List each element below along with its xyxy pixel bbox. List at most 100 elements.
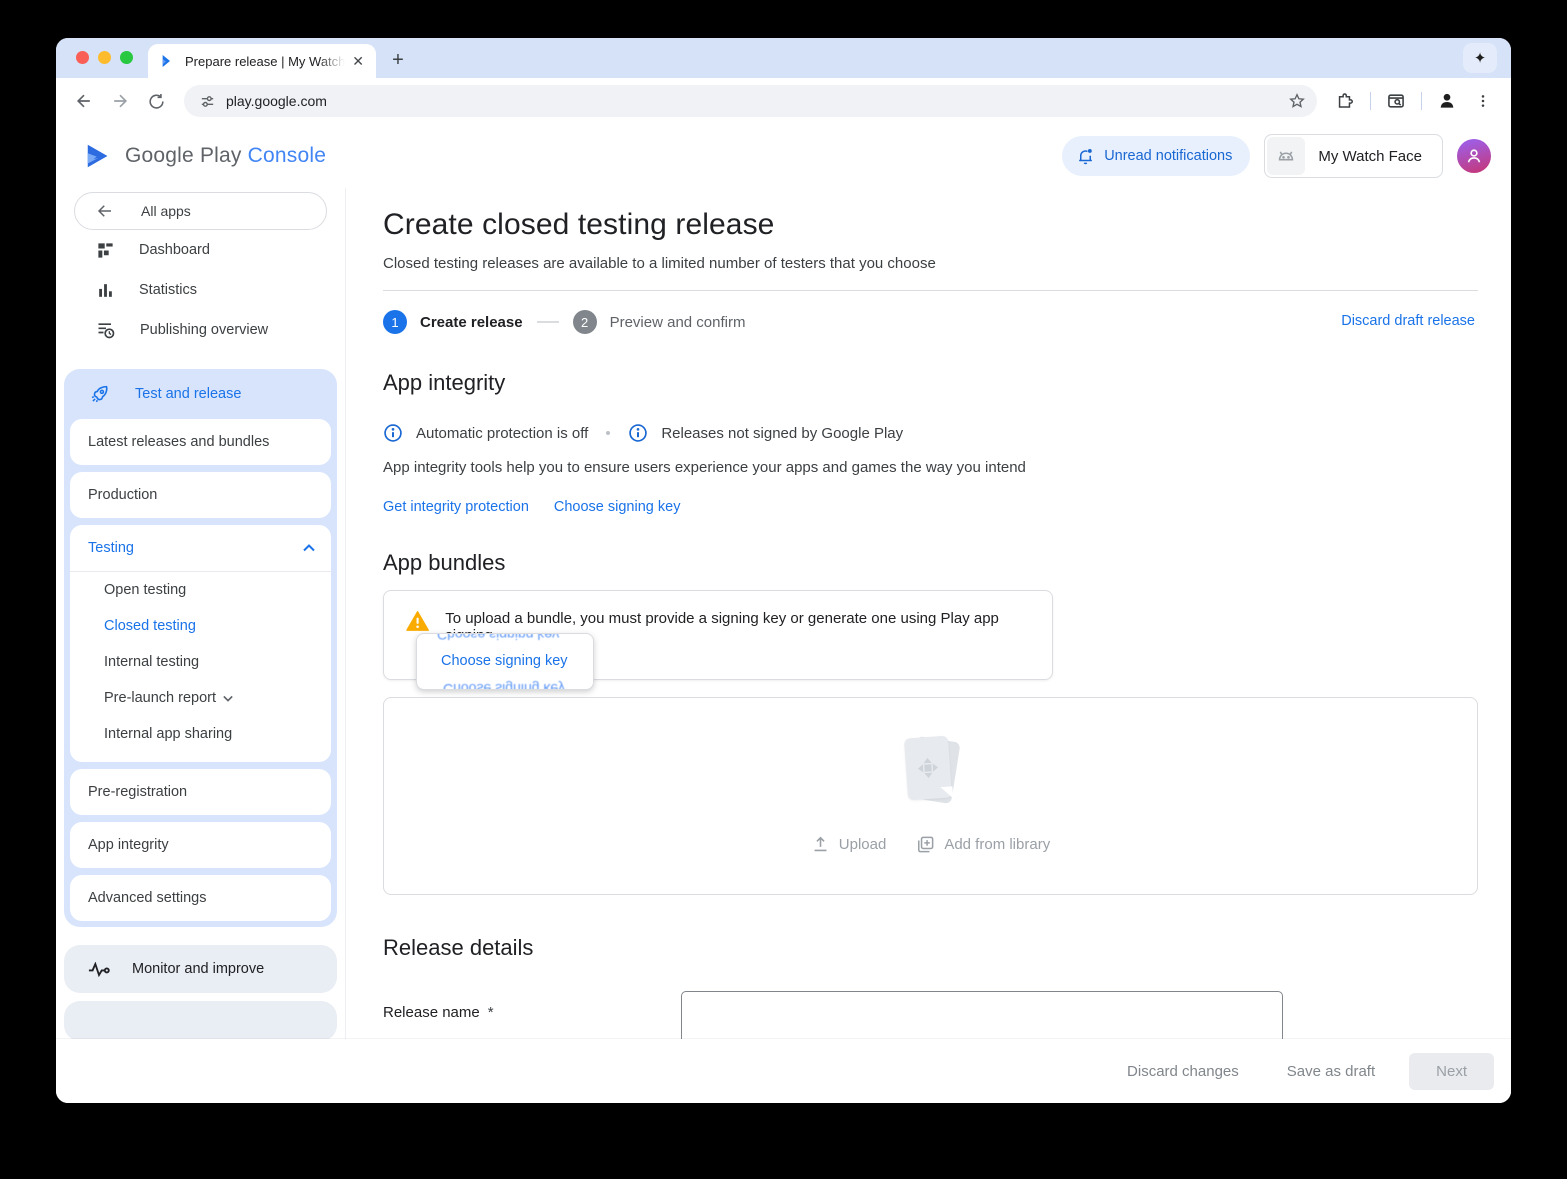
all-apps-label: All apps xyxy=(141,203,191,219)
discard-draft-release-link[interactable]: Discard draft release xyxy=(1341,313,1475,329)
next-button[interactable]: Next xyxy=(1409,1052,1494,1090)
info-icon[interactable] xyxy=(628,423,648,443)
sidebar-item-internal-app-sharing[interactable]: Internal app sharing xyxy=(70,716,331,752)
sidebar-item-label: Test and release xyxy=(135,386,242,402)
sub-item-label: Open testing xyxy=(104,582,187,598)
close-window-button[interactable] xyxy=(76,51,89,64)
app-integrity-description: App integrity tools help you to ensure u… xyxy=(383,459,1026,476)
sidebar-card-latest-releases[interactable]: Latest releases and bundles xyxy=(70,419,331,465)
back-button[interactable] xyxy=(68,85,100,117)
sidebar-item-monitor-and-improve[interactable]: Monitor and improve xyxy=(64,945,337,993)
traffic-lights xyxy=(76,51,133,64)
selected-app-name: My Watch Face xyxy=(1318,147,1422,165)
save-as-draft-button[interactable]: Save as draft xyxy=(1267,1053,1395,1090)
sidebar: All apps Dashboard Statistics Publishing… xyxy=(56,188,346,1103)
app-selector[interactable]: My Watch Face xyxy=(1264,134,1443,178)
bundle-illustration xyxy=(903,735,961,807)
play-console-logo[interactable]: Google Play Console xyxy=(84,141,326,171)
toolbar-divider xyxy=(1421,92,1422,110)
ghost-button-label: Choose signing key xyxy=(441,653,568,669)
app-bundles-heading: App bundles xyxy=(383,550,506,575)
extensions-icon[interactable] xyxy=(1329,85,1361,117)
unread-notifications-label: Unread notifications xyxy=(1104,148,1233,164)
browser-profile-icon[interactable] xyxy=(1431,85,1463,117)
sidebar-card-app-integrity[interactable]: App integrity xyxy=(70,822,331,868)
address-bar[interactable]: play.google.com xyxy=(184,85,1317,117)
new-tab-button[interactable]: + xyxy=(384,46,412,74)
status-releases-not-signed: Releases not signed by Google Play xyxy=(661,424,904,442)
tab-organize-sparkle-icon[interactable]: ✦ xyxy=(1463,43,1497,73)
discard-changes-button[interactable]: Discard changes xyxy=(1107,1053,1259,1090)
testing-label: Testing xyxy=(88,540,134,556)
browser-tab[interactable]: Prepare release | My Watch Fa ✕ xyxy=(148,44,376,78)
sidebar-item-open-testing[interactable]: Open testing xyxy=(70,572,331,608)
bookmark-star-icon[interactable] xyxy=(1283,87,1311,115)
release-name-text: Release name xyxy=(383,1004,480,1021)
brand-console: Console xyxy=(247,144,327,167)
upload-actions: Upload Add from library xyxy=(384,835,1477,854)
reload-button[interactable] xyxy=(140,85,172,117)
release-name-label: Release name * xyxy=(383,991,681,1021)
app-body: All apps Dashboard Statistics Publishing… xyxy=(56,188,1511,1103)
card-label: Production xyxy=(88,487,158,503)
sidebar-item-internal-testing[interactable]: Internal testing xyxy=(70,644,331,680)
step-create-release: 1 Create release xyxy=(383,310,523,334)
sidebar-card-pre-registration[interactable]: Pre-registration xyxy=(70,769,331,815)
sidebar-item-label: Publishing overview xyxy=(140,322,269,338)
url-text[interactable]: play.google.com xyxy=(226,93,1283,109)
card-label: Pre-registration xyxy=(88,784,188,800)
choose-signing-key-link[interactable]: Choose signing key xyxy=(554,499,681,515)
tab-search-icon[interactable] xyxy=(1380,85,1412,117)
account-avatar[interactable] xyxy=(1457,139,1491,173)
bottom-action-bar: Discard changes Save as draft Next xyxy=(56,1039,1511,1103)
sidebar-card-production[interactable]: Production xyxy=(70,472,331,518)
tab-close-icon[interactable]: ✕ xyxy=(348,53,368,70)
sidebar-item-label: Statistics xyxy=(139,282,198,298)
brand-text: Google Play Console xyxy=(125,144,326,168)
header-right: Unread notifications My Watch Face xyxy=(1062,134,1491,178)
sidebar-item-partial[interactable] xyxy=(64,1001,337,1041)
unread-notifications-button[interactable]: Unread notifications xyxy=(1062,136,1251,176)
sub-item-label: Pre-launch report xyxy=(104,690,217,706)
add-from-library-icon xyxy=(918,836,934,853)
site-info-icon[interactable] xyxy=(194,88,220,114)
sidebar-item-statistics[interactable]: Statistics xyxy=(56,270,345,310)
chevron-up-icon xyxy=(303,544,315,552)
all-apps-back-button[interactable]: All apps xyxy=(74,192,327,230)
browser-menu-kebab-icon[interactable] xyxy=(1467,85,1499,117)
app-bundle-upload-area: Upload Add from library xyxy=(383,697,1478,895)
release-details-heading: Release details xyxy=(383,935,534,960)
add-from-library-button[interactable]: Add from library xyxy=(916,835,1050,854)
ghost-glitch-text: Choose signing key xyxy=(437,633,560,643)
step-connector xyxy=(536,321,559,323)
sidebar-item-pre-launch-report[interactable]: Pre-launch report xyxy=(70,680,331,716)
minimize-window-button[interactable] xyxy=(98,51,111,64)
forward-button[interactable] xyxy=(104,85,136,117)
test-and-release-section: Test and release Latest releases and bun… xyxy=(64,369,337,927)
step-number: 2 xyxy=(572,310,597,334)
zoom-window-button[interactable] xyxy=(120,51,133,64)
upload-button[interactable]: Upload xyxy=(811,835,886,854)
get-integrity-protection-link[interactable]: Get integrity protection xyxy=(383,499,529,515)
pulse-icon xyxy=(88,961,110,977)
sidebar-card-advanced-settings[interactable]: Advanced settings xyxy=(70,875,331,921)
tab-favicon-play-icon xyxy=(160,53,176,69)
sidebar-item-dashboard[interactable]: Dashboard xyxy=(56,230,345,270)
sidebar-item-closed-testing[interactable]: Closed testing xyxy=(70,608,331,644)
rocket-icon xyxy=(91,385,108,402)
chevron-down-icon xyxy=(223,695,233,702)
sub-item-label: Internal testing xyxy=(104,654,200,670)
card-label: App integrity xyxy=(88,837,169,853)
sidebar-item-publishing-overview[interactable]: Publishing overview xyxy=(56,310,345,350)
sub-item-label: Internal app sharing xyxy=(104,726,233,742)
status-separator-dot xyxy=(606,431,611,435)
integrity-status-row: Automatic protection is off Releases not… xyxy=(383,423,1478,443)
tab-strip: Prepare release | My Watch Fa ✕ + ✦ xyxy=(56,38,1511,78)
info-icon[interactable] xyxy=(383,423,403,443)
step-label: Preview and confirm xyxy=(609,313,746,331)
sidebar-item-test-and-release[interactable]: Test and release xyxy=(64,369,337,419)
play-console-logo-icon xyxy=(87,144,108,168)
integrity-links: Get integrity protection Choose signing … xyxy=(383,499,1478,515)
choose-signing-key-drag-ghost[interactable]: Choose signing key Choose signing key Ch… xyxy=(416,633,594,690)
sidebar-item-testing[interactable]: Testing xyxy=(70,525,331,571)
